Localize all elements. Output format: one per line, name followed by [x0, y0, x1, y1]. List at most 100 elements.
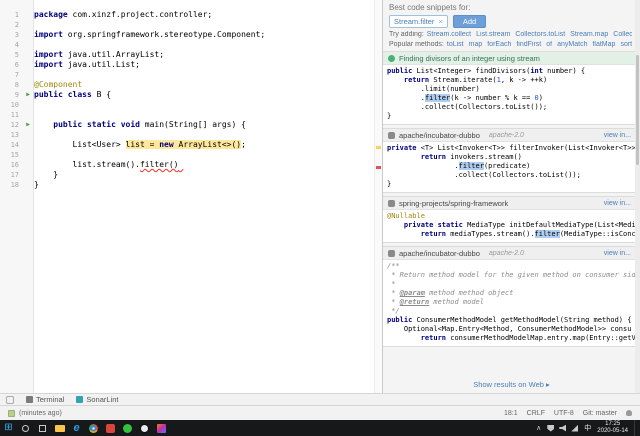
gutter-space [22, 80, 34, 90]
code-editor[interactable]: 1package com.xinzf.project.controller;2 … [0, 0, 383, 393]
suggestion-link[interactable]: sorted [620, 41, 632, 48]
network-icon[interactable] [571, 425, 578, 432]
line-number: 2 [0, 20, 22, 30]
editor-line[interactable]: 18} [0, 180, 382, 190]
try-adding-links: Stream.collect List.stream Collectors.toLi… [427, 31, 632, 38]
snippet-code[interactable]: @Nullable private static MediaType initD… [383, 210, 640, 242]
suggestion-link[interactable]: findFirst [516, 41, 541, 48]
status-item[interactable]: Git: master [583, 410, 617, 417]
suggestion-link[interactable]: List.stream [476, 31, 510, 38]
view-in-link[interactable]: view in... [604, 200, 635, 207]
suggestion-link[interactable]: Collectors.toSet [613, 31, 632, 38]
suggestion-link[interactable]: flatMap [592, 41, 615, 48]
volume-icon[interactable] [559, 425, 566, 432]
toolwindow-switcher-icon[interactable] [6, 396, 14, 404]
start-icon[interactable]: ⊞ [0, 420, 17, 436]
gutter-space [22, 180, 34, 190]
editor-line[interactable]: 1package com.xinzf.project.controller; [0, 10, 382, 20]
status-item[interactable]: UTF-8 [554, 410, 574, 417]
chevron-up-icon[interactable]: ∧ [536, 424, 541, 432]
editor-line[interactable]: 12▶ public static void main(String[] arg… [0, 120, 382, 130]
gutter-space [22, 110, 34, 120]
taskbar-clock[interactable]: 17:25 2020-05-14 [597, 421, 628, 435]
editor-line[interactable]: 16 list.stream().filter() [0, 160, 382, 170]
gutter-space [22, 20, 34, 30]
snippet-code[interactable]: private <T> List<Invoker<T>> filterInvok… [383, 142, 640, 192]
gutter-space [22, 70, 34, 80]
editor-line[interactable]: 13 [0, 130, 382, 140]
suggestion-link[interactable]: Collectors.toList [515, 31, 565, 38]
chrome-icon[interactable] [85, 420, 102, 436]
editor-line[interactable]: 8@Component [0, 80, 382, 90]
shield-icon[interactable] [547, 425, 554, 432]
error-marker[interactable] [376, 166, 381, 169]
repo-name[interactable]: spring-projects/spring-framework [399, 199, 508, 208]
snippet-section: apache/incubator-dubboapache-2.0view in.… [383, 128, 640, 193]
query-chip[interactable]: Stream.filter × [389, 15, 448, 28]
search-icon[interactable] [17, 420, 34, 436]
snippet-icon [388, 55, 395, 62]
suggestion-link[interactable]: toList [447, 41, 464, 48]
editor-line[interactable]: 11 [0, 110, 382, 120]
line-number: 3 [0, 30, 22, 40]
idea-icon[interactable] [153, 420, 170, 436]
status-item[interactable]: 18:1 [504, 410, 518, 417]
editor-line[interactable]: 6import java.util.List; [0, 60, 382, 70]
status-item[interactable]: CRLF [527, 410, 545, 417]
editor-line[interactable]: 15 [0, 150, 382, 160]
toolwindow-sonarlint[interactable]: SonarLint [76, 395, 118, 404]
task-view-icon[interactable] [34, 420, 51, 436]
suggestion-link[interactable]: Stream.map [570, 31, 608, 38]
snippet-code[interactable]: /** * Return method model for the given … [383, 260, 640, 346]
editor-scrollbar[interactable] [374, 0, 382, 393]
highlight-marker[interactable] [376, 146, 381, 149]
editor-line[interactable]: 3import org.springframework.stereotype.C… [0, 30, 382, 40]
wechat-icon[interactable] [119, 420, 136, 436]
view-in-link[interactable]: view in... [604, 132, 635, 139]
qq-icon[interactable] [136, 420, 153, 436]
chip-close-icon[interactable]: × [438, 17, 442, 26]
suggestion-link[interactable]: forEach [487, 41, 511, 48]
add-query-button[interactable]: Add [453, 15, 486, 28]
view-in-link[interactable]: view in... [604, 250, 635, 257]
suggestion-link[interactable]: of [546, 41, 552, 48]
terminal-label: Terminal [36, 395, 64, 404]
editor-line[interactable]: 5import java.util.ArrayList; [0, 50, 382, 60]
language-indicator[interactable]: 中 [584, 423, 591, 433]
try-adding-row: Try adding:Stream.collectList.streamColl… [389, 31, 632, 38]
editor-line[interactable]: 4 [0, 40, 382, 50]
notification-icon[interactable] [626, 410, 632, 416]
line-number: 10 [0, 100, 22, 110]
repo-name[interactable]: apache/incubator-dubbo [399, 249, 480, 258]
editor-line[interactable]: 9▶public class B { [0, 90, 382, 100]
show-results-label: Show results on Web [473, 380, 544, 389]
panel-scrollbar-thumb[interactable] [636, 55, 639, 165]
editor-line[interactable]: 10 [0, 100, 382, 110]
editor-line[interactable]: 14 List<User> list = new ArrayList<>(); [0, 140, 382, 150]
app-red-icon[interactable] [102, 420, 119, 436]
clock-date: 2020-05-14 [597, 428, 628, 435]
sonarlint-icon [76, 396, 83, 403]
run-button-icon[interactable]: ▶ [22, 120, 34, 130]
show-desktop-button[interactable] [634, 420, 638, 436]
event-log-icon[interactable] [8, 410, 15, 417]
panel-scrollbar[interactable] [635, 0, 640, 393]
ide-window: 1package com.xinzf.project.controller;2 … [0, 0, 640, 420]
line-number: 15 [0, 150, 22, 160]
editor-line[interactable]: 2 [0, 20, 382, 30]
license-label: apache-2.0 [489, 250, 524, 257]
suggestion-link[interactable]: map [469, 41, 483, 48]
show-results-link[interactable]: Show results on Web ▸ [383, 378, 640, 393]
folder-icon[interactable] [51, 420, 68, 436]
suggestion-link[interactable]: Stream.collect [427, 31, 471, 38]
status-message[interactable]: (minutes ago) [8, 410, 62, 417]
edge-icon[interactable]: e [68, 420, 85, 436]
editor-line[interactable]: 7 [0, 70, 382, 80]
snippet-code[interactable]: public List<Integer> findDivisors(int nu… [383, 65, 640, 124]
run-button-icon[interactable]: ▶ [22, 90, 34, 100]
windows-taskbar: ⊞ e ∧ 中 17:25 2020-05-14 [0, 420, 640, 436]
toolwindow-terminal[interactable]: Terminal [26, 395, 64, 404]
suggestion-link[interactable]: anyMatch [557, 41, 587, 48]
editor-line[interactable]: 17 } [0, 170, 382, 180]
repo-name[interactable]: apache/incubator-dubbo [399, 131, 480, 140]
